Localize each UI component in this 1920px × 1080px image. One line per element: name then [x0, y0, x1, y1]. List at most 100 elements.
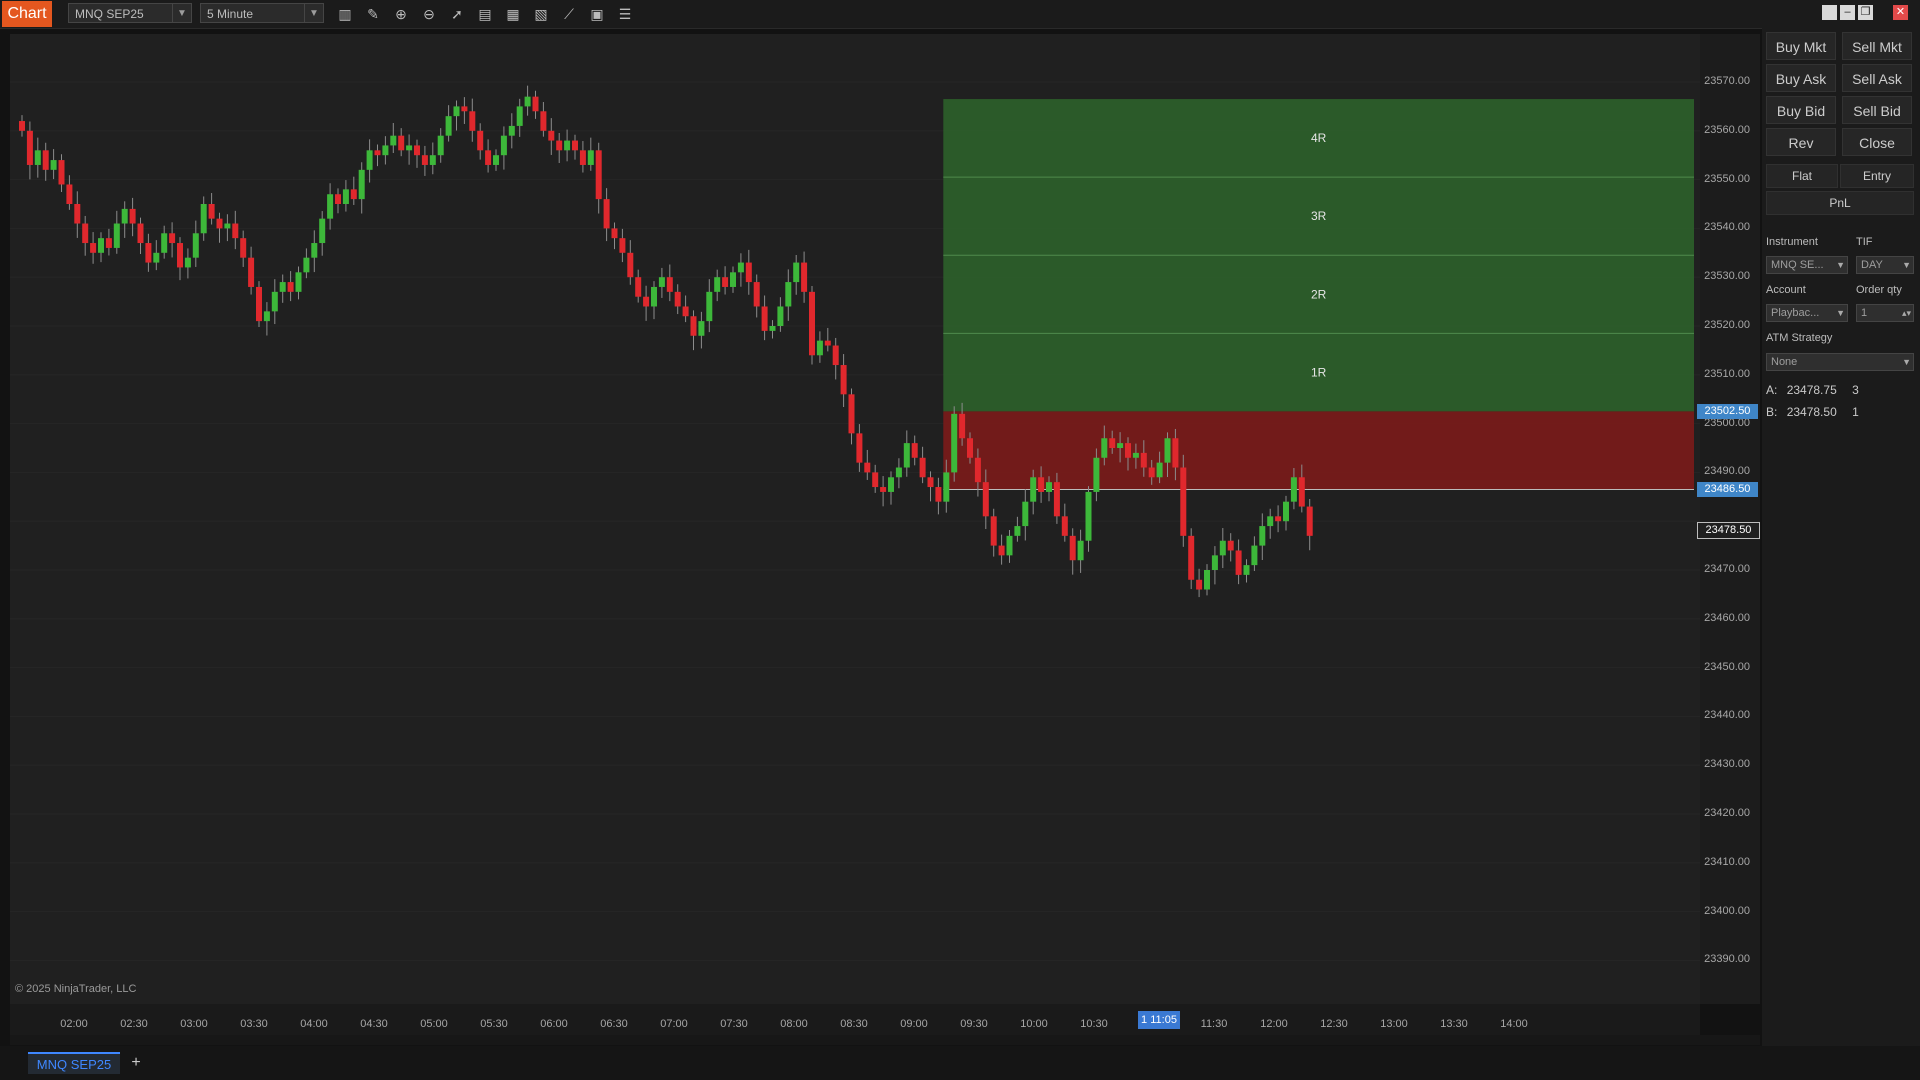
candle-down — [666, 277, 673, 292]
price-axis-label: 23430.00 — [1704, 758, 1750, 771]
time-axis-label: 08:00 — [780, 1018, 808, 1030]
candle-up — [777, 306, 784, 326]
copyright-text: © 2025 NinjaTrader, LLC — [15, 983, 137, 995]
properties-icon[interactable]: ▦ — [502, 4, 524, 24]
stepper-icon: ▴▾ — [1901, 308, 1911, 318]
candle-up — [445, 116, 452, 136]
templates-icon[interactable]: ▣ — [586, 4, 608, 24]
instrument-selector-value: MNQ SEP25 — [75, 7, 144, 21]
candle-up — [564, 140, 571, 151]
time-axis-label: 02:00 — [60, 1018, 88, 1030]
candle-down — [611, 228, 618, 239]
pnl-button[interactable]: PnL — [1766, 191, 1914, 215]
close-icon[interactable]: ✕ — [1893, 5, 1908, 20]
candle-down — [603, 199, 610, 229]
account-select[interactable]: Playbac... ▼ — [1766, 304, 1848, 322]
candle-up — [406, 145, 413, 151]
candle-up — [1219, 540, 1226, 556]
add-tab-button[interactable]: + — [126, 1053, 146, 1073]
reverse-button[interactable]: Rev — [1766, 128, 1836, 156]
chart-app-tab[interactable]: Chart — [2, 1, 52, 27]
minimize-icon[interactable]: – — [1840, 5, 1855, 20]
horizontal-scrollbar[interactable] — [10, 1035, 1760, 1045]
candle-down — [58, 160, 65, 185]
price-axis-label: 23560.00 — [1704, 123, 1750, 136]
ask-row: A: 23478.75 3 — [1766, 383, 1859, 397]
ask-label: A: — [1766, 383, 1778, 397]
candle-up — [1243, 565, 1250, 575]
account-label: Account — [1766, 284, 1806, 296]
candle-up — [903, 443, 910, 468]
candle-up — [184, 257, 191, 268]
buy-market-button[interactable]: Buy Mkt — [1766, 32, 1836, 60]
candle-down — [256, 286, 262, 322]
bid-label: B: — [1766, 405, 1778, 419]
pointer-icon[interactable]: ➚ — [446, 4, 468, 24]
candle-down — [137, 223, 144, 244]
buy-bid-button[interactable]: Buy Bid — [1766, 96, 1836, 124]
instrument-field[interactable]: MNQ SE... ▼ — [1766, 256, 1848, 274]
price-axis[interactable]: 23570.00 23560.00 23550.00 23540.00 23530.00… — [1700, 34, 1760, 1004]
price-axis-label: 23470.00 — [1704, 563, 1750, 575]
layout-icon[interactable] — [1822, 5, 1837, 20]
candle-down — [753, 282, 760, 307]
candle-up — [737, 262, 744, 273]
flat-button[interactable]: Flat — [1766, 164, 1838, 188]
candle-down — [872, 472, 879, 488]
candle-up — [327, 194, 334, 219]
bar-type-icon[interactable]: ▥ — [334, 4, 356, 24]
order-qty-stepper[interactable]: 1 ▴▾ — [1856, 304, 1914, 322]
candle-up — [651, 286, 657, 307]
tif-select[interactable]: DAY ▼ — [1856, 256, 1914, 274]
restore-icon[interactable]: ❐ — [1858, 5, 1873, 20]
buy-ask-button[interactable]: Buy Ask — [1766, 64, 1836, 92]
candle-up — [224, 223, 231, 229]
chart-toolbar: Chart MNQ SEP25 ▼ 5 Minute ▼ ▥ ✎ ⊕ ⊖ ➚ ▤… — [0, 0, 1920, 29]
candle-up — [366, 150, 373, 170]
risk-zone-label-3r: 3R — [1311, 209, 1327, 223]
candle-down — [477, 130, 484, 151]
candle-down — [1038, 477, 1045, 492]
candle-down — [42, 150, 49, 170]
candle-down — [556, 140, 563, 151]
price-axis-label: 23410.00 — [1704, 855, 1750, 868]
sell-ask-button[interactable]: Sell Ask — [1842, 64, 1912, 92]
close-position-button[interactable]: Close — [1842, 128, 1912, 156]
candle-up — [271, 291, 278, 312]
time-axis-label: 06:30 — [600, 1018, 628, 1030]
candle-down — [548, 130, 555, 141]
price-axis-label: 23400.00 — [1704, 904, 1750, 917]
interval-selector[interactable]: 5 Minute ▼ — [200, 3, 324, 23]
chevron-down-icon: ▼ — [1902, 357, 1911, 367]
chevron-down-icon: ▼ — [1836, 308, 1845, 318]
draw-tool-icon[interactable]: ✎ — [362, 4, 384, 24]
price-chart[interactable]: 4R 3R 2R 1R — [10, 34, 1700, 1004]
zoom-in-icon[interactable]: ⊕ — [390, 4, 412, 24]
candle-down — [19, 121, 25, 131]
chart-trader-icon[interactable]: ☰ — [614, 4, 636, 24]
time-axis-label: 03:00 — [180, 1018, 208, 1030]
candle-down — [1196, 579, 1203, 590]
indicators-icon[interactable]: ⟋ — [558, 4, 580, 24]
tab-mnq-sep25[interactable]: MNQ SEP25 — [28, 1052, 120, 1074]
candle-down — [350, 189, 357, 200]
entry-button[interactable]: Entry — [1840, 164, 1914, 188]
instrument-selector[interactable]: MNQ SEP25 ▼ — [68, 3, 192, 23]
strategies-icon[interactable]: ▧ — [530, 4, 552, 24]
candle-up — [1093, 457, 1100, 492]
candle-down — [1172, 438, 1179, 468]
price-axis-label: 23450.00 — [1704, 660, 1750, 673]
sell-bid-button[interactable]: Sell Bid — [1842, 96, 1912, 124]
zoom-out-icon[interactable]: ⊖ — [418, 4, 440, 24]
sell-market-button[interactable]: Sell Mkt — [1842, 32, 1912, 60]
candle-up — [1101, 438, 1108, 458]
candle-down — [240, 238, 247, 258]
atm-strategy-select[interactable]: None ▼ — [1766, 353, 1914, 371]
candle-down — [579, 150, 586, 165]
candle-up — [1006, 535, 1013, 556]
time-axis[interactable]: 02:00 02:30 03:00 03:30 04:00 04:30 05:00 05:30… — [10, 1004, 1700, 1036]
data-box-icon[interactable]: ▤ — [474, 4, 496, 24]
time-axis-label: 14:00 — [1500, 1018, 1528, 1030]
candle-down — [540, 111, 547, 131]
candle-down — [287, 282, 294, 292]
